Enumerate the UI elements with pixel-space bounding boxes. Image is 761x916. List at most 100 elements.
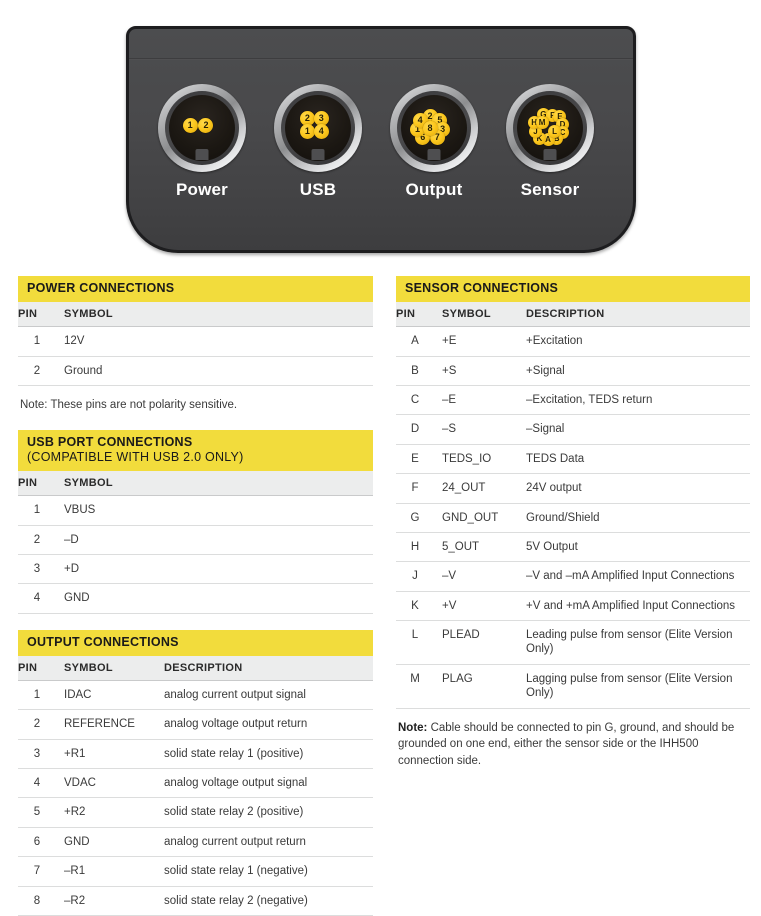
table-row: M PLAG Lagging pulse from sensor (Elite Ve… [396, 664, 750, 709]
cell-pin: 3 [18, 739, 60, 770]
connector-pin: 1 [299, 123, 315, 139]
cell-symbol: VBUS [60, 495, 373, 526]
cell-symbol: PLEAD [438, 620, 522, 665]
cell-symbol: +R2 [60, 797, 160, 828]
table-header-row: PIN SYMBOL DESCRIPTION [18, 655, 373, 681]
output-title-text: OUTPUT CONNECTIONS [27, 634, 179, 649]
cell-description: solid state relay 1 (negative) [160, 856, 373, 887]
connector-keyway-notch [311, 149, 325, 160]
cell-symbol: 12V [60, 326, 373, 357]
cell-description: –Excitation, TEDS return [522, 385, 750, 416]
usb-header-symbol: SYMBOL [60, 471, 373, 497]
cell-pin: 4 [18, 583, 60, 614]
output-connector-label: Output [405, 180, 463, 199]
cell-symbol: VDAC [60, 768, 160, 799]
table-row: 1 VBUS [18, 495, 373, 526]
cell-symbol: TEDS_IO [438, 444, 522, 475]
sensor-connector-label: Sensor [520, 180, 580, 199]
cell-symbol: GND [60, 827, 160, 858]
cell-symbol: –D [60, 525, 373, 555]
cell-description: Leading pulse from sensor (Elite Version… [522, 620, 750, 665]
table-row: 3 +R1 solid state relay 1 (positive) [18, 739, 373, 770]
cell-description: +Signal [522, 356, 750, 387]
panel-seam [129, 58, 633, 60]
sensor-connections-table: PIN SYMBOL DESCRIPTION A +E +Excitation B +S… [396, 302, 750, 709]
usb-title-text: USB PORT CONNECTIONS [27, 434, 193, 449]
cell-pin: J [396, 561, 438, 592]
cell-pin: 1 [18, 680, 60, 711]
connector-pin: 8 [422, 120, 438, 136]
table-row: H 5_OUT 5V Output [396, 532, 750, 563]
table-row: 2 REFERENCE analog voltage output return [18, 709, 373, 740]
output-table-body: 1 IDAC analog current output signal 2 REFERE… [18, 680, 373, 916]
cell-pin: E [396, 444, 438, 475]
cell-description: TEDS Data [522, 444, 750, 475]
connector-bore: 12 [169, 95, 235, 161]
cell-pin: 4 [18, 768, 60, 799]
cell-symbol: GND_OUT [438, 503, 522, 533]
cell-symbol: +E [438, 326, 522, 357]
table-row: J –V –V and –mA Amplified Input Connection… [396, 561, 750, 592]
cell-pin: 5 [18, 797, 60, 828]
cell-description: solid state relay 2 (negative) [160, 886, 373, 916]
cell-pin: 8 [18, 886, 60, 916]
cell-symbol: +R1 [60, 739, 160, 770]
cell-pin: 2 [18, 525, 60, 555]
cell-symbol: –V [438, 561, 522, 592]
connector-keyway-notch [427, 149, 441, 160]
cell-pin: 2 [18, 709, 60, 740]
output-table-title: OUTPUT CONNECTIONS [18, 629, 373, 656]
cell-pin: 7 [18, 856, 60, 887]
cell-pin: F [396, 473, 438, 504]
table-row: 6 GND analog current output return [18, 827, 373, 858]
power-header-symbol: SYMBOL [60, 302, 373, 328]
table-row: C –E –Excitation, TEDS return [396, 385, 750, 416]
sensor-table-body: A +E +Excitation B +S +Signal C –E –Excitation, … [396, 326, 750, 709]
table-header-row: PIN SYMBOL [18, 302, 373, 328]
output-connections-table: PIN SYMBOL DESCRIPTION 1 IDAC analog curre… [18, 655, 373, 916]
cell-symbol: IDAC [60, 680, 160, 711]
table-row: 4 GND [18, 583, 373, 614]
table-row: F 24_OUT 24V output [396, 473, 750, 504]
cell-pin: G [396, 503, 438, 533]
power-note: Note: These pins are not polarity sensit… [20, 399, 238, 411]
cell-symbol: –E [438, 385, 522, 416]
cell-symbol: –R1 [60, 856, 160, 887]
power-connector-label: Power [175, 180, 229, 199]
table-header-row: PIN SYMBOL [18, 471, 373, 497]
cell-pin: M [396, 664, 438, 709]
cell-description: solid state relay 1 (positive) [160, 739, 373, 770]
cell-symbol: +V [438, 591, 522, 622]
power-header-pin: PIN [18, 302, 60, 328]
cell-symbol: PLAG [438, 664, 522, 709]
cell-pin: 6 [18, 827, 60, 858]
cell-description: –V and –mA Amplified Input Connections [522, 561, 750, 592]
output-header-pin: PIN [18, 655, 60, 681]
table-row: 7 –R1 solid state relay 1 (negative) [18, 856, 373, 887]
connector-pin: 4 [313, 123, 329, 139]
table-row: 3 +D [18, 554, 373, 585]
connector-bore: 25376148 [401, 95, 467, 161]
connector-pin: 1 [182, 117, 198, 133]
cell-symbol: Ground [60, 356, 373, 387]
connector-bore: 2314 [285, 95, 351, 161]
sensor-table-title: SENSOR CONNECTIONS [396, 276, 750, 303]
table-row: 2 Ground [18, 356, 373, 387]
connector-pin: M [535, 116, 549, 130]
right-table-column: SENSOR CONNECTIONS PIN SYMBOL DESCRIPTIO… [396, 276, 750, 770]
cell-pin: C [396, 385, 438, 416]
cell-pin: 1 [18, 326, 60, 357]
usb-connector: 2 3 1 4 USB [274, 84, 362, 199]
output-header-description: DESCRIPTION [160, 655, 373, 681]
cell-description: analog current output signal [160, 680, 373, 711]
cell-description: analog current output return [160, 827, 373, 858]
table-row: K +V +V and +mA Amplified Input Connection… [396, 591, 750, 622]
table-row: 4 VDAC analog voltage output signal [18, 768, 373, 799]
cell-symbol: +S [438, 356, 522, 387]
table-row: D –S –Signal [396, 414, 750, 445]
cell-description: analog voltage output return [160, 709, 373, 740]
power-connector: 1 2 Power [158, 84, 246, 199]
left-table-column: POWER CONNECTIONS PIN SYMBOL 1 12V 2 Ground… [18, 276, 373, 916]
cell-pin: B [396, 356, 438, 387]
table-row: 1 IDAC analog current output signal [18, 680, 373, 711]
